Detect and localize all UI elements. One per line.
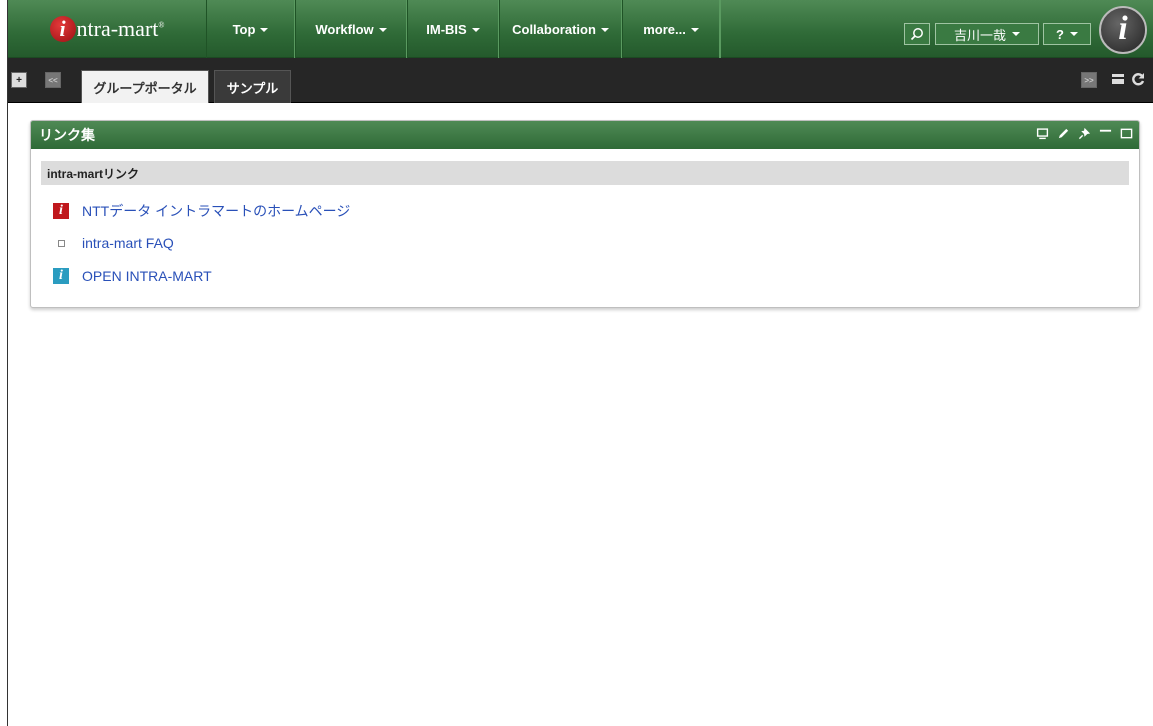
- link-open-intra-mart[interactable]: OPEN INTRA-MART: [82, 268, 212, 284]
- logo-text: ntra-mart®: [76, 16, 165, 41]
- chevron-down-icon: [378, 28, 387, 32]
- tab-sample[interactable]: サンプル: [214, 70, 291, 103]
- list-item[interactable]: intra-mart FAQ: [53, 233, 174, 253]
- small-square-icon: [53, 235, 69, 251]
- scroll-tabs-right-button[interactable]: >>: [1081, 72, 1097, 88]
- pin-icon[interactable]: [1078, 127, 1091, 140]
- nav-more[interactable]: more...: [622, 0, 720, 58]
- search-icon: [910, 28, 923, 41]
- help-menu-button[interactable]: ?: [1043, 23, 1091, 45]
- app-root: i ntra-mart® Top Workflow IM-BIS Collabo…: [8, 0, 1153, 726]
- nav-workflow[interactable]: Workflow: [295, 0, 407, 58]
- portlet-controls: [1036, 127, 1133, 140]
- user-menu-button[interactable]: 吉川一哉: [935, 23, 1039, 45]
- intra-mart-logo[interactable]: i ntra-mart®: [8, 0, 206, 58]
- chevron-down-icon: [471, 28, 480, 32]
- chevron-down-icon: [1012, 32, 1020, 36]
- search-button[interactable]: [904, 23, 930, 45]
- nav-im-bis[interactable]: IM-BIS: [407, 0, 499, 58]
- scroll-tabs-left-button[interactable]: <<: [45, 72, 61, 88]
- portlet-header: リンク集: [31, 121, 1139, 149]
- intra-mart-red-icon: i: [53, 203, 69, 219]
- layout-icon[interactable]: [1111, 72, 1125, 86]
- tab-group-portal[interactable]: グループポータル: [81, 70, 209, 103]
- nav-collaboration-label: Collaboration: [512, 21, 596, 37]
- edit-pencil-icon[interactable]: [1057, 127, 1070, 140]
- refresh-icon[interactable]: [1131, 72, 1145, 86]
- global-header: i ntra-mart® Top Workflow IM-BIS Collabo…: [8, 0, 1153, 58]
- chevron-down-icon: [1069, 32, 1078, 36]
- section-header: intra-martリンク: [41, 161, 1129, 185]
- tab-sample-label: サンプル: [226, 80, 279, 96]
- global-nav: Top Workflow IM-BIS Collaboration more..…: [206, 0, 721, 58]
- link-collection-portlet: リンク集 intra-martリンク i NTTデータ イントラマートのホームペ…: [30, 120, 1140, 308]
- add-tab-button[interactable]: +: [11, 72, 27, 88]
- maximize-icon[interactable]: [1120, 127, 1133, 140]
- nav-im-bis-label: IM-BIS: [426, 21, 467, 37]
- link-intra-mart-faq[interactable]: intra-mart FAQ: [82, 235, 174, 251]
- display-icon[interactable]: [1036, 127, 1049, 140]
- double-chevron-right-icon: >>: [1084, 75, 1094, 85]
- nav-top[interactable]: Top: [206, 0, 295, 58]
- user-name: 吉川一哉: [953, 27, 1006, 43]
- help-label: ?: [1056, 26, 1064, 42]
- chevron-down-icon: [260, 28, 269, 32]
- double-chevron-left-icon: <<: [48, 75, 58, 85]
- intra-mart-brand-icon[interactable]: i: [1099, 6, 1147, 54]
- nav-collaboration[interactable]: Collaboration: [499, 0, 622, 58]
- chevron-down-icon: [690, 28, 699, 32]
- plus-icon: +: [16, 74, 22, 86]
- nav-workflow-label: Workflow: [315, 21, 374, 37]
- link-ntt-data-intramart-home[interactable]: NTTデータ イントラマートのホームページ: [82, 201, 350, 221]
- list-item[interactable]: i OPEN INTRA-MART: [53, 266, 212, 286]
- window-left-border: [0, 0, 8, 726]
- minimize-icon[interactable]: [1099, 127, 1112, 140]
- list-item[interactable]: i NTTデータ イントラマートのホームページ: [53, 201, 350, 221]
- nav-top-label: Top: [232, 21, 256, 37]
- nav-more-label: more...: [643, 21, 686, 37]
- intra-mart-teal-icon: i: [53, 268, 69, 284]
- portlet-title: リンク集: [39, 127, 95, 143]
- portal-tab-bar: + << グループポータル サンプル >>: [8, 58, 1153, 103]
- chevron-down-icon: [600, 28, 609, 32]
- tab-group-portal-label: グループポータル: [93, 80, 197, 96]
- logo-i-mark: i: [49, 16, 76, 42]
- nav-divider: [720, 0, 721, 58]
